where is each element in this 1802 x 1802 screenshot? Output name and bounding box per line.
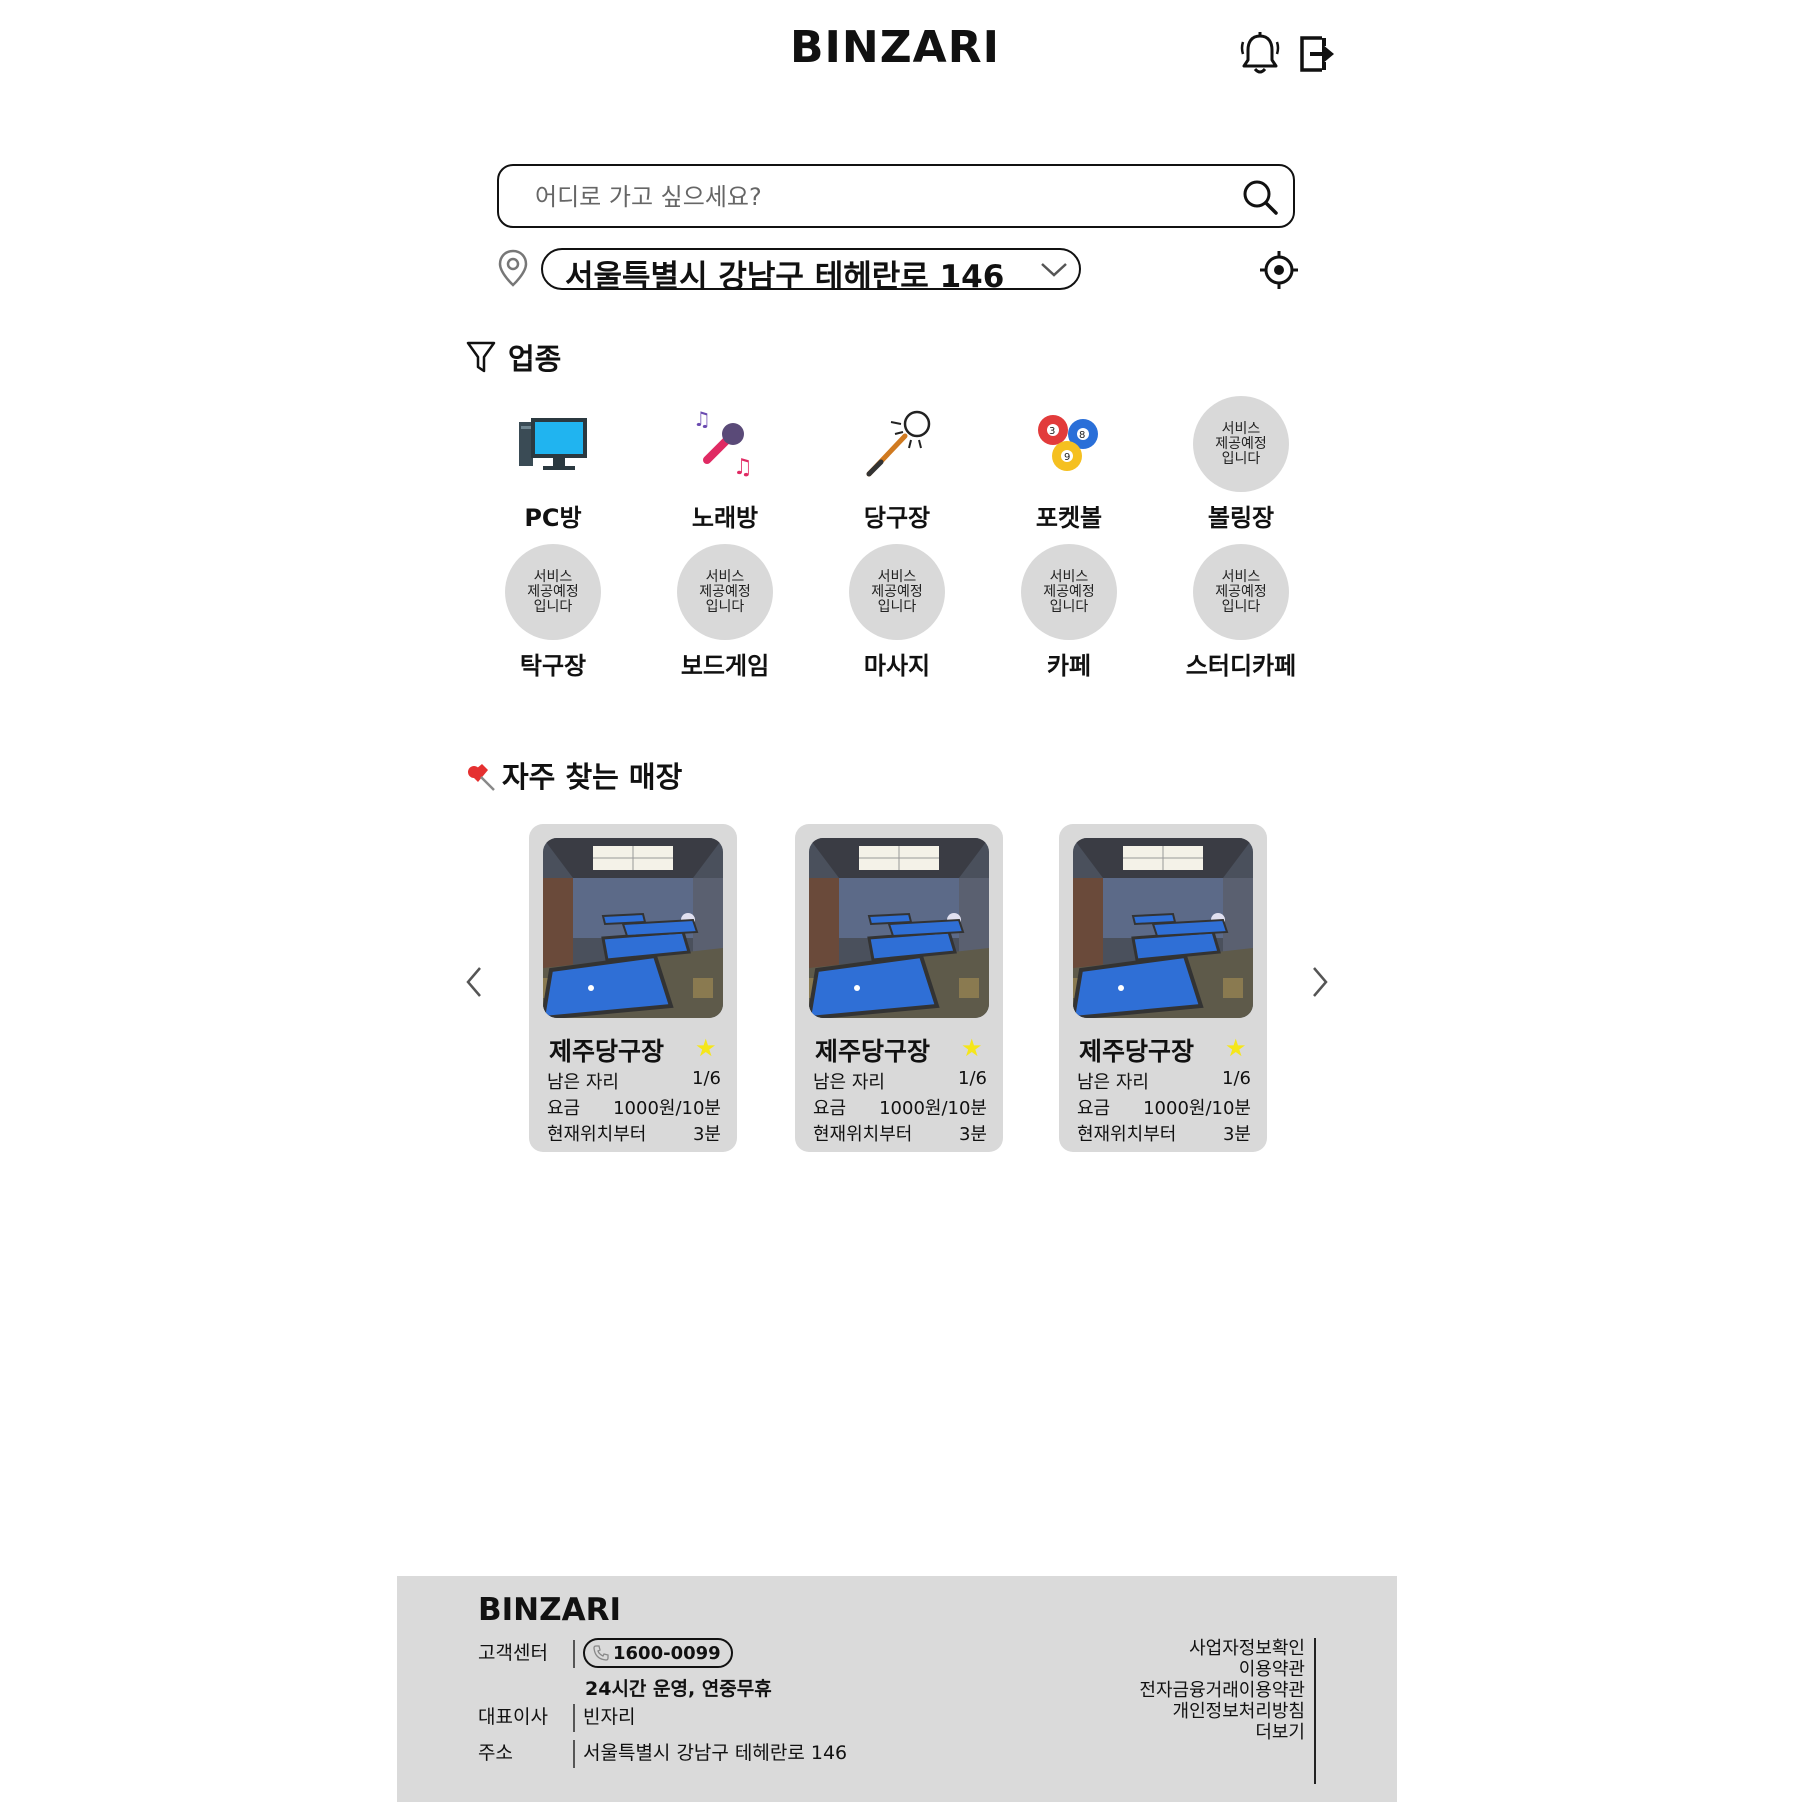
category-label: 카페 bbox=[1046, 652, 1092, 680]
store-card[interactable]: 제주당구장 ★ 남은 자리 1/6 요금 1000원/10분 현재위치부터 3분 bbox=[529, 824, 737, 1152]
coming-soon-badge: 서비스 제공예정 입니다 bbox=[1193, 396, 1289, 492]
category-label: 스터디카페 bbox=[1185, 652, 1297, 680]
favorite-star-icon[interactable]: ★ bbox=[1225, 1034, 1247, 1062]
category-label: 마사지 bbox=[863, 652, 931, 680]
filter-icon bbox=[466, 341, 496, 373]
footer-brand: BINZARI bbox=[478, 1592, 621, 1628]
billiard-cue-icon bbox=[866, 410, 931, 477]
category-table-tennis[interactable]: 서비스 제공예정 입니다 탁구장 bbox=[467, 544, 639, 686]
category-massage[interactable]: 서비스 제공예정 입니다 마사지 bbox=[811, 544, 983, 686]
store-photo bbox=[1073, 838, 1253, 1018]
coming-soon-badge: 서비스 제공예정 입니다 bbox=[1021, 544, 1117, 640]
footer-link-terms[interactable]: 이용약관 bbox=[1139, 1659, 1305, 1680]
footer-link-privacy-policy[interactable]: 개인정보처리방침 bbox=[1139, 1701, 1305, 1722]
category-section-title: 업종 bbox=[508, 342, 562, 376]
ceo-name: 빈자리 bbox=[583, 1706, 636, 1728]
address-dropdown[interactable]: 서울특별시 강남구 테헤란로 146 bbox=[541, 248, 1081, 295]
category-label: 탁구장 bbox=[519, 652, 587, 680]
pc-icon bbox=[519, 418, 587, 470]
footer-link-business-info[interactable]: 사업자정보확인 bbox=[1139, 1638, 1305, 1659]
divider bbox=[573, 1740, 575, 1768]
footer-links: 사업자정보확인 이용약관 전자금융거래이용약관 개인정보처리방침 더보기 bbox=[1139, 1638, 1305, 1743]
favorite-star-icon[interactable]: ★ bbox=[961, 1034, 983, 1062]
logout-icon[interactable] bbox=[1296, 30, 1340, 76]
carousel-prev-arrow-icon[interactable] bbox=[462, 962, 486, 1002]
current-location-icon[interactable] bbox=[1259, 250, 1299, 290]
company-address: 서울특별시 강남구 테헤란로 146 bbox=[583, 1742, 848, 1764]
store-card[interactable]: 제주당구장 ★ 남은 자리 1/6 요금 1000원/10분 현재위치부터 3분 bbox=[1059, 824, 1267, 1152]
store-photo bbox=[543, 838, 723, 1018]
favorite-star-icon[interactable]: ★ bbox=[695, 1034, 717, 1062]
search-icon[interactable] bbox=[1241, 178, 1279, 216]
frequent-stores-title: 자주 찾는 매장 bbox=[502, 760, 683, 794]
operating-hours: 24시간 운영, 연중무휴 bbox=[585, 1678, 772, 1700]
search-input[interactable] bbox=[533, 176, 1217, 218]
phone-icon bbox=[593, 1645, 609, 1661]
store-name: 제주당구장 bbox=[815, 1037, 931, 1066]
pushpin-icon bbox=[468, 764, 495, 791]
category-board-game[interactable]: 서비스 제공예정 입니다 보드게임 bbox=[639, 544, 811, 686]
search-bar bbox=[497, 164, 1295, 228]
category-label: 보드게임 bbox=[680, 652, 770, 680]
footer-divider bbox=[1314, 1638, 1316, 1784]
store-card[interactable]: 제주당구장 ★ 남은 자리 1/6 요금 1000원/10분 현재위치부터 3분 bbox=[795, 824, 1003, 1152]
page: BINZARI 서울특별시 강남구 테헤란로 146 bbox=[0, 0, 1802, 1802]
address-label: 주소 bbox=[478, 1742, 513, 1764]
chevron-down-icon bbox=[1041, 263, 1067, 277]
app-title: BINZARI bbox=[790, 22, 1000, 73]
divider bbox=[573, 1640, 575, 1668]
category-label: 노래방 bbox=[691, 504, 759, 532]
footer-link-more[interactable]: 더보기 bbox=[1139, 1722, 1305, 1743]
phone-number: 1600-0099 bbox=[613, 1642, 721, 1664]
category-label: 볼링장 bbox=[1207, 504, 1275, 532]
coming-soon-badge: 서비스 제공예정 입니다 bbox=[1193, 544, 1289, 640]
coming-soon-badge: 서비스 제공예정 입니다 bbox=[849, 544, 945, 640]
svg-text:3: 3 bbox=[1049, 426, 1055, 437]
svg-text:♫: ♫ bbox=[733, 455, 753, 480]
microphone-icon: ♫ ♫ bbox=[693, 408, 753, 480]
phone-button[interactable]: 1600-0099 bbox=[583, 1638, 733, 1668]
store-name: 제주당구장 bbox=[549, 1037, 665, 1066]
svg-text:♫: ♫ bbox=[693, 408, 711, 431]
category-label: PC방 bbox=[524, 504, 582, 532]
category-bowling[interactable]: 서비스 제공예정 입니다 볼링장 bbox=[1155, 396, 1327, 538]
ceo-label: 대표이사 bbox=[478, 1706, 548, 1728]
category-study-cafe[interactable]: 서비스 제공예정 입니다 스터디카페 bbox=[1155, 544, 1327, 686]
svg-text:8: 8 bbox=[1079, 430, 1085, 441]
category-noraebang[interactable]: ♫ ♫ 노래방 bbox=[639, 396, 811, 538]
location-pin-icon bbox=[498, 249, 528, 287]
category-label: 포켓볼 bbox=[1035, 504, 1103, 532]
carousel-next-arrow-icon[interactable] bbox=[1308, 962, 1332, 1002]
divider bbox=[573, 1704, 575, 1732]
pool-balls-icon: 3 8 9 bbox=[1038, 415, 1098, 471]
category-label: 당구장 bbox=[863, 504, 931, 532]
footer-link-e-finance-terms[interactable]: 전자금융거래이용약관 bbox=[1139, 1680, 1305, 1701]
category-pocketball[interactable]: 3 8 9 포켓볼 bbox=[983, 396, 1155, 538]
coming-soon-badge: 서비스 제공예정 입니다 bbox=[677, 544, 773, 640]
store-photo bbox=[809, 838, 989, 1018]
store-name: 제주당구장 bbox=[1079, 1037, 1195, 1066]
category-cafe[interactable]: 서비스 제공예정 입니다 카페 bbox=[983, 544, 1155, 686]
address-value: 서울특별시 강남구 테헤란로 146 bbox=[565, 259, 1005, 295]
category-pc-bang[interactable]: PC방 bbox=[467, 396, 639, 538]
svg-text:9: 9 bbox=[1064, 452, 1070, 463]
bell-icon[interactable] bbox=[1238, 30, 1282, 76]
coming-soon-badge: 서비스 제공예정 입니다 bbox=[505, 544, 601, 640]
category-billiards[interactable]: 당구장 bbox=[811, 396, 983, 538]
footer: BINZARI 고객센터 1600-0099 24시간 운영, 연중무휴 대표이… bbox=[397, 1576, 1397, 1802]
customer-center-label: 고객센터 bbox=[478, 1642, 548, 1664]
